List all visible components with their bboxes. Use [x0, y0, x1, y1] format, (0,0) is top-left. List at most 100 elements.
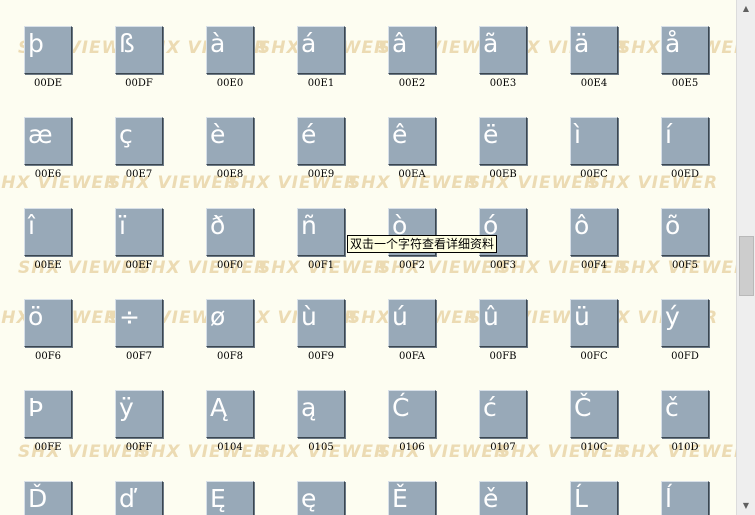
char-tile-box[interactable]: ø — [206, 299, 254, 347]
scroll-down-button[interactable]: ▼ — [737, 497, 755, 514]
scroll-thumb[interactable] — [739, 236, 754, 296]
char-tile[interactable]: ÿ 00FF — [115, 390, 163, 453]
vertical-scrollbar[interactable]: ▲ ▼ — [736, 0, 755, 515]
char-tile-box[interactable]: ð — [206, 208, 254, 256]
char-tile[interactable]: ĺ — [661, 481, 709, 515]
char-tile[interactable]: ï 00EF — [115, 208, 163, 271]
char-tile[interactable]: ć 0107 — [479, 390, 527, 453]
char-tile-box[interactable]: ú — [388, 299, 436, 347]
char-tile-box[interactable]: ĺ — [661, 481, 709, 515]
char-tile[interactable]: ë 00EB — [479, 117, 527, 180]
char-tile-box[interactable]: ë — [479, 117, 527, 165]
char-tile[interactable]: Ć 0106 — [388, 390, 436, 453]
char-tile-box[interactable]: ñ — [297, 208, 345, 256]
char-tile-box[interactable]: â — [388, 26, 436, 74]
char-tile[interactable]: á 00E1 — [297, 26, 345, 89]
char-tile[interactable]: ø 00F8 — [206, 299, 254, 362]
char-tile[interactable]: ñ 00F1 — [297, 208, 345, 271]
char-tile[interactable]: Þ 00FE — [24, 390, 72, 453]
char-tile-box[interactable]: ç — [115, 117, 163, 165]
char-tile[interactable]: ù 00F9 — [297, 299, 345, 362]
char-tile-box[interactable]: è — [206, 117, 254, 165]
char-tile[interactable]: ú 00FA — [388, 299, 436, 362]
char-tile[interactable]: í 00ED — [661, 117, 709, 180]
char-tile-box[interactable]: ß — [115, 26, 163, 74]
char-tile[interactable]: Č 010C — [570, 390, 618, 453]
char-tile[interactable]: é 00E9 — [297, 117, 345, 180]
char-tile[interactable]: ď — [115, 481, 163, 515]
char-tile[interactable]: ç 00E7 — [115, 117, 163, 180]
char-tile[interactable]: è 00E8 — [206, 117, 254, 180]
char-tile-box[interactable]: ÿ — [115, 390, 163, 438]
char-tile-box[interactable]: ô — [570, 208, 618, 256]
char-tile-box[interactable]: ę — [297, 481, 345, 515]
char-tile-box[interactable]: ä — [570, 26, 618, 74]
char-tile-box[interactable]: Ĺ — [570, 481, 618, 515]
char-tile-box[interactable]: ÷ — [115, 299, 163, 347]
char-glyph: ø — [210, 302, 226, 331]
char-tile-box[interactable]: č — [661, 390, 709, 438]
char-tile[interactable]: î 00EE — [24, 208, 72, 271]
char-tile[interactable]: ě — [479, 481, 527, 515]
char-tile-box[interactable]: Ę — [206, 481, 254, 515]
char-tile-box[interactable]: ě — [479, 481, 527, 515]
char-tile-box[interactable]: ü — [570, 299, 618, 347]
char-tile[interactable]: ð 00F0 — [206, 208, 254, 271]
char-tile-box[interactable]: Č — [570, 390, 618, 438]
char-tile-box[interactable]: à — [206, 26, 254, 74]
char-tile[interactable]: č 010D — [661, 390, 709, 453]
char-tile[interactable]: ý 00FD — [661, 299, 709, 362]
char-tile[interactable]: Ĺ — [570, 481, 618, 515]
char-tile[interactable]: Ď — [24, 481, 72, 515]
char-tile[interactable]: ö 00F6 — [24, 299, 72, 362]
char-tile-box[interactable]: û — [479, 299, 527, 347]
char-tile-box[interactable]: ù — [297, 299, 345, 347]
char-tile[interactable]: ê 00EA — [388, 117, 436, 180]
char-tile[interactable]: å 00E5 — [661, 26, 709, 89]
char-tile[interactable]: Ę — [206, 481, 254, 515]
char-tile[interactable]: Ě — [388, 481, 436, 515]
char-tile-box[interactable]: æ — [24, 117, 72, 165]
char-tile-box[interactable]: ć — [479, 390, 527, 438]
char-tile-box[interactable]: ý — [661, 299, 709, 347]
char-tile[interactable]: ß 00DF — [115, 26, 163, 89]
char-tile-box[interactable]: ö — [24, 299, 72, 347]
char-tile-box[interactable]: ê — [388, 117, 436, 165]
char-tile[interactable]: ì 00EC — [570, 117, 618, 180]
char-tile[interactable]: ü 00FC — [570, 299, 618, 362]
char-code-label: 00F9 — [307, 351, 335, 362]
char-tile[interactable]: þ 00DE — [24, 26, 72, 89]
char-tile-box[interactable]: á — [297, 26, 345, 74]
char-tile-box[interactable]: ď — [115, 481, 163, 515]
char-tile-box[interactable]: Ą — [206, 390, 254, 438]
char-tile-box[interactable]: í — [661, 117, 709, 165]
char-tile[interactable]: ÷ 00F7 — [115, 299, 163, 362]
char-tile[interactable]: Ą 0104 — [206, 390, 254, 453]
char-tile[interactable]: õ 00F5 — [661, 208, 709, 271]
char-tile-box[interactable]: ì — [570, 117, 618, 165]
char-tile-box[interactable]: õ — [661, 208, 709, 256]
char-glyph: ď — [119, 484, 135, 513]
char-tile[interactable]: ä 00E4 — [570, 26, 618, 89]
char-tile-box[interactable]: Ć — [388, 390, 436, 438]
char-tile-box[interactable]: å — [661, 26, 709, 74]
char-tile[interactable]: ą 0105 — [297, 390, 345, 453]
char-tile[interactable]: û 00FB — [479, 299, 527, 362]
char-code-label: 00FA — [398, 351, 425, 362]
char-tile[interactable]: ã 00E3 — [479, 26, 527, 89]
char-tile[interactable]: æ 00E6 — [24, 117, 72, 180]
char-tile-box[interactable]: Þ — [24, 390, 72, 438]
char-tile-box[interactable]: ą — [297, 390, 345, 438]
char-tile[interactable]: ô 00F4 — [570, 208, 618, 271]
char-tile-box[interactable]: þ — [24, 26, 72, 74]
char-tile-box[interactable]: Ě — [388, 481, 436, 515]
char-tile-box[interactable]: ã — [479, 26, 527, 74]
char-tile-box[interactable]: ï — [115, 208, 163, 256]
char-tile[interactable]: â 00E2 — [388, 26, 436, 89]
char-tile-box[interactable]: é — [297, 117, 345, 165]
char-tile-box[interactable]: Ď — [24, 481, 72, 515]
char-tile[interactable]: ę — [297, 481, 345, 515]
char-tile[interactable]: à 00E0 — [206, 26, 254, 89]
scroll-up-button[interactable]: ▲ — [737, 0, 755, 17]
char-tile-box[interactable]: î — [24, 208, 72, 256]
